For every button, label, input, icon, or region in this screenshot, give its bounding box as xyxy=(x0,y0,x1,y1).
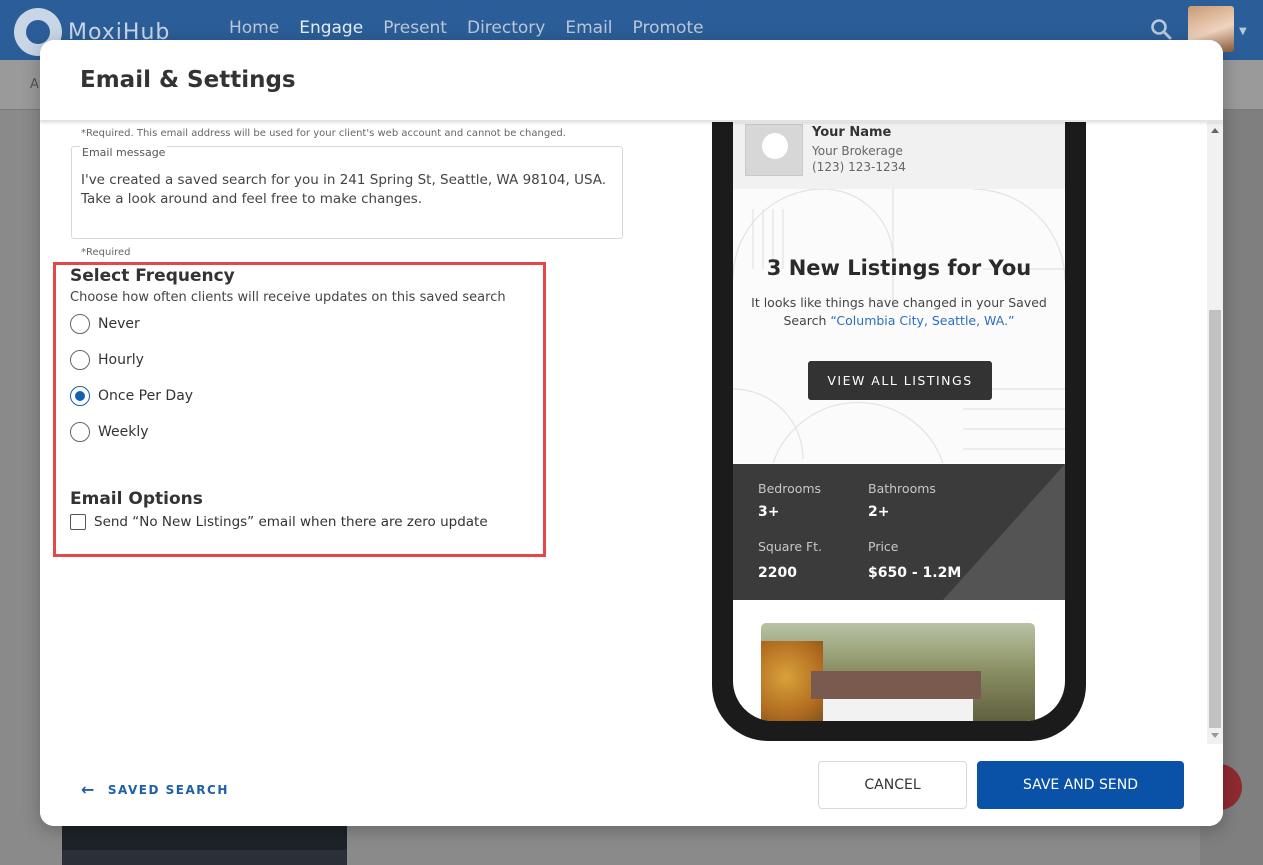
radio-button[interactable] xyxy=(70,422,90,442)
frequency-title: Select Frequency xyxy=(70,266,235,286)
sqft-label: Square Ft. xyxy=(758,539,823,554)
back-link-label: SAVED SEARCH xyxy=(107,782,229,797)
nav-links: Home Engage Present Directory Email Prom… xyxy=(229,18,704,38)
radio-button[interactable] xyxy=(70,314,90,334)
listing-stats: Bedrooms 3+ Bathrooms 2+ Square Ft. 2200… xyxy=(733,464,1065,600)
preview-lead: It looks like things have changed in you… xyxy=(749,294,1049,330)
radio-label: Never xyxy=(98,316,140,332)
radio-button[interactable] xyxy=(70,350,90,370)
agent-phone: (123) 123-1234 xyxy=(812,160,906,174)
nav-engage[interactable]: Engage xyxy=(299,18,363,38)
radio-label: Weekly xyxy=(98,424,149,440)
scrollbar-thumb[interactable] xyxy=(1209,310,1221,728)
background-footer-block xyxy=(62,826,347,865)
modal-scrollbar[interactable] xyxy=(1207,122,1223,744)
view-all-listings-button: VIEW ALL LISTINGS xyxy=(808,361,992,400)
required-note: *Required xyxy=(81,247,131,258)
radio-once-per-day[interactable]: Once Per Day xyxy=(70,386,193,406)
email-message-field[interactable]: Email message I've created a saved searc… xyxy=(71,146,623,239)
nav-present[interactable]: Present xyxy=(383,18,447,38)
bedrooms-value: 3+ xyxy=(758,504,780,520)
preview-headline: 3 New Listings for You xyxy=(766,256,1032,280)
modal-body: *Required. This email address will be us… xyxy=(40,122,1223,744)
email-preview-phone: Your Name Your Brokerage (123) 123-1234 xyxy=(712,122,1086,741)
search-icon[interactable] xyxy=(1150,18,1172,40)
nav-email[interactable]: Email xyxy=(565,18,612,38)
radio-label: Once Per Day xyxy=(98,388,194,404)
listing-photo xyxy=(761,623,1035,721)
price-label: Price xyxy=(868,539,899,554)
back-to-saved-search-link[interactable]: ← SAVED SEARCH xyxy=(81,780,229,799)
email-settings-modal: Email & Settings *Required. This email a… xyxy=(40,40,1223,826)
radio-hourly[interactable]: Hourly xyxy=(70,350,144,370)
agent-brokerage: Your Brokerage xyxy=(812,144,903,158)
frequency-highlight-box: Select Frequency Choose how often client… xyxy=(53,262,546,557)
radio-never[interactable]: Never xyxy=(70,314,140,334)
save-and-send-button[interactable]: SAVE AND SEND xyxy=(977,761,1184,809)
frequency-subtitle: Choose how often clients will receive up… xyxy=(70,290,506,305)
bathrooms-label: Bathrooms xyxy=(868,481,936,496)
checkbox[interactable] xyxy=(70,514,86,530)
agent-header: Your Name Your Brokerage (123) 123-1234 xyxy=(733,122,1065,189)
checkbox-label: Send “No New Listings” email when there … xyxy=(94,514,488,530)
sqft-value: 2200 xyxy=(758,565,797,581)
radio-button-selected[interactable] xyxy=(70,386,90,406)
bathrooms-value: 2+ xyxy=(868,504,890,520)
modal-header: Email & Settings xyxy=(40,40,1223,121)
preview-search-link: “Columbia City, Seattle, WA.” xyxy=(830,313,1015,328)
radio-weekly[interactable]: Weekly xyxy=(70,422,149,442)
required-email-note: *Required. This email address will be us… xyxy=(81,128,566,139)
bedrooms-label: Bedrooms xyxy=(758,481,822,496)
modal-footer: ← SAVED SEARCH CANCEL SAVE AND SEND xyxy=(40,744,1223,826)
phone-screen: Your Name Your Brokerage (123) 123-1234 xyxy=(733,122,1065,721)
email-message-label: Email message xyxy=(80,146,168,159)
price-value: $650 - 1.2M xyxy=(868,565,962,581)
nav-home[interactable]: Home xyxy=(229,18,279,38)
email-message-text[interactable]: I've created a saved search for you in 2… xyxy=(81,171,616,209)
scroll-down-arrow-icon[interactable] xyxy=(1211,733,1219,738)
agent-name: Your Name xyxy=(812,125,892,140)
cancel-button[interactable]: CANCEL xyxy=(818,761,967,809)
nav-promote[interactable]: Promote xyxy=(633,18,704,38)
scroll-up-arrow-icon[interactable] xyxy=(1211,128,1219,133)
email-options-title: Email Options xyxy=(70,489,203,509)
person-icon xyxy=(762,133,788,159)
nav-directory[interactable]: Directory xyxy=(467,18,545,38)
arrow-left-icon: ← xyxy=(81,780,96,799)
radio-label: Hourly xyxy=(98,352,144,368)
house-roof-image xyxy=(811,671,981,699)
agent-avatar-icon xyxy=(745,124,803,176)
modal-title: Email & Settings xyxy=(80,67,296,93)
chevron-down-icon[interactable]: ▼ xyxy=(1239,26,1247,37)
house-image xyxy=(823,699,973,721)
no-new-listings-option[interactable]: Send “No New Listings” email when there … xyxy=(70,514,488,530)
subbar-label: A xyxy=(30,77,39,92)
